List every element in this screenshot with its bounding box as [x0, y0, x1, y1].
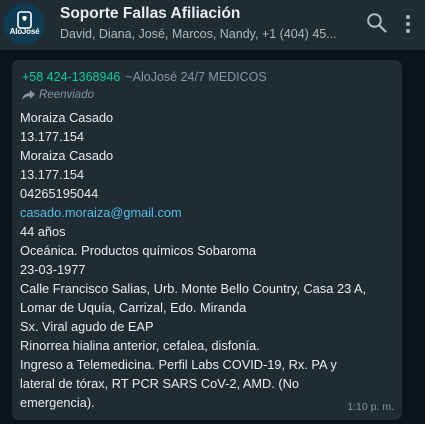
email-link[interactable]: casado.moraiza@gmail.com	[20, 205, 182, 220]
phone-logo-icon	[17, 11, 32, 29]
message-line: 44 años	[20, 224, 66, 239]
chat-info[interactable]: Soporte Fallas Afiliación David, Diana, …	[60, 5, 337, 41]
search-button[interactable]	[366, 12, 388, 34]
message-line: lateral de tórax, RT PCR SARS CoV-2, AMD…	[20, 376, 300, 391]
participants-list: David, Diana, José, Marcos, Nandy, +1 (4…	[60, 27, 337, 41]
sender-pushname: ~AloJosé 24/7 MEDICOS	[125, 70, 267, 84]
menu-button[interactable]	[404, 13, 412, 37]
message-line: Moraiza Casado	[20, 148, 114, 163]
forward-arrow-icon	[22, 90, 35, 100]
message-body: Moraiza Casado 13.177.154 Moraiza Casado…	[20, 108, 392, 412]
message-line: emergencia).	[20, 395, 95, 410]
message-line: 13.177.154	[20, 129, 85, 144]
message-line: Oceánica. Productos químicos Sobaroma	[20, 243, 257, 258]
forwarded-text: Reenviado	[39, 89, 94, 101]
message-sender[interactable]: +58 424-1368946 ~AloJosé 24/7 MEDICOS	[22, 70, 267, 84]
message-line: 23-03-1977	[20, 262, 86, 277]
sender-phone[interactable]: +58 424-1368946	[22, 70, 120, 84]
chat-header[interactable]: AloJosé Soporte Fallas Afiliación David,…	[0, 0, 425, 50]
message-line: Lomar de Uquía, Carrizal, Edo. Miranda	[20, 300, 247, 315]
message-timestamp: 1:10 p. m.	[347, 401, 394, 413]
message-line: Calle Francisco Salias, Urb. Monte Bello…	[20, 281, 367, 296]
message-line: 04265195044	[20, 186, 99, 201]
search-icon	[367, 13, 387, 33]
forwarded-label: Reenviado	[22, 89, 94, 101]
chat-title: Soporte Fallas Afiliación	[60, 5, 241, 22]
more-vertical-icon	[406, 15, 410, 33]
message-line: Moraiza Casado	[20, 110, 114, 125]
message-bubble[interactable]: +58 424-1368946 ~AloJosé 24/7 MEDICOS Ree…	[12, 60, 402, 420]
group-avatar[interactable]: AloJosé	[4, 4, 45, 45]
message-line: Sx. Viral agudo de EAP	[20, 319, 154, 334]
message-line: Rinorrea hialina anterior, cefalea, disf…	[20, 338, 260, 353]
message-line: 13.177.154	[20, 167, 85, 182]
message-line: Ingreso a Telemedicina. Perfil Labs COVI…	[20, 357, 337, 372]
